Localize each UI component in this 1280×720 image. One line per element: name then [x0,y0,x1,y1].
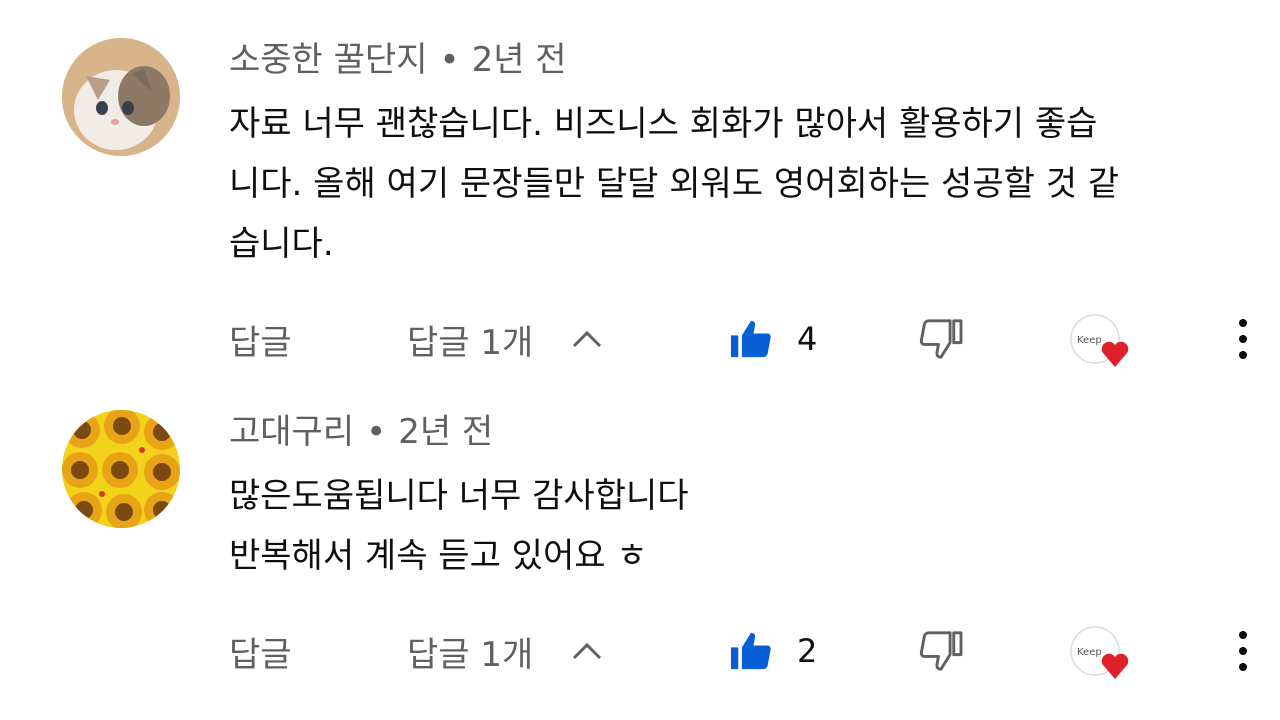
more-actions-button[interactable] [1233,621,1253,681]
replies-label: 답글 1개 [407,322,534,363]
like-button[interactable] [729,309,773,369]
creator-badge-text: Keep [1077,647,1102,658]
replies-label: 답글 1개 [407,634,534,675]
dislike-button[interactable] [919,309,963,369]
more-vert-icon [1233,629,1253,673]
chevron-up-icon [571,641,603,661]
comment-meta: 소중한 꿀단지 • 2년 전 [229,38,1280,82]
avatar[interactable] [62,410,180,528]
creator-heart-badge: Keep [1067,309,1133,369]
comment-text: 자료 너무 괜찮습니다. 비즈니스 회화가 많아서 활용하기 좋습 니다. 올해… [229,104,1120,264]
thumbs-down-icon [919,631,963,671]
comment-actions: 답글 답글 1개 4 Keep [229,309,1280,369]
comment-text: 많은도움됩니다 너무 감사합니다 반복해서 계속 듣고 있어요 ㅎ [229,476,689,576]
thumbs-down-icon [919,319,963,359]
dislike-button[interactable] [919,621,963,681]
more-actions-button[interactable] [1233,309,1253,369]
view-replies-button[interactable]: 답글 1개 [407,309,603,369]
reply-label: 답글 [229,634,292,675]
like-count: 4 [797,320,818,358]
author-name[interactable]: 고대구리 [229,412,354,452]
avatar[interactable] [62,38,180,156]
creator-badge-text: Keep [1077,335,1102,346]
meta-separator: • [366,412,387,452]
timestamp[interactable]: 2년 전 [472,40,567,80]
like-button[interactable] [729,621,773,681]
heart-icon: Keep [1067,309,1133,369]
view-replies-button[interactable]: 답글 1개 [407,621,603,681]
reply-label: 답글 [229,322,292,363]
chevron-up-icon [571,329,603,349]
meta-separator: • [439,40,460,80]
creator-heart-badge: Keep [1067,621,1133,681]
more-vert-icon [1233,317,1253,361]
author-name[interactable]: 소중한 꿀단지 [229,40,428,80]
thumbs-up-icon [729,319,773,359]
cat-avatar-icon [62,38,180,156]
comment-meta: 고대구리 • 2년 전 [229,410,1280,454]
reply-button[interactable]: 답글 [229,309,292,369]
sunflower-avatar-icon [62,410,180,528]
comment-actions: 답글 답글 1개 2 Keep [229,621,1280,681]
heart-icon: Keep [1067,621,1133,681]
thumbs-up-icon [729,631,773,671]
reply-button[interactable]: 답글 [229,621,292,681]
timestamp[interactable]: 2년 전 [398,412,493,452]
like-count: 2 [797,632,818,670]
